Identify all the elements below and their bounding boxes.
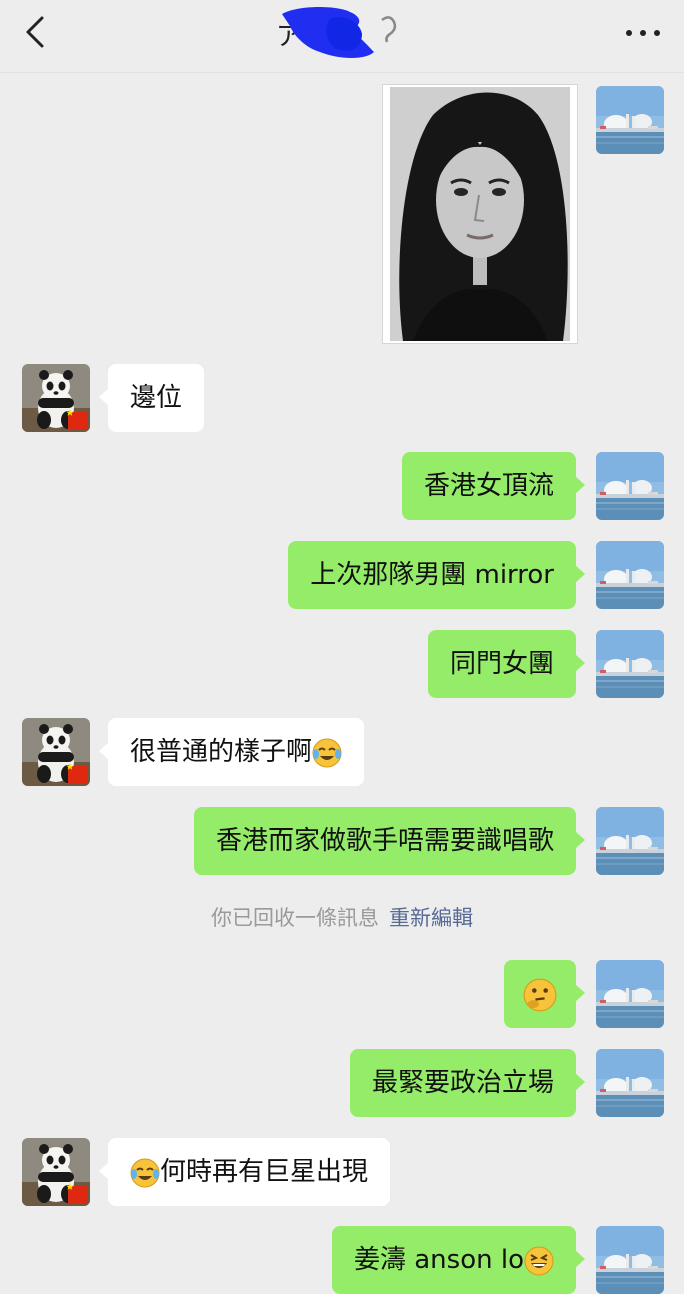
message-bubble[interactable]: 邊位 bbox=[98, 364, 205, 432]
image-message[interactable] bbox=[382, 84, 578, 344]
message-bubble[interactable]: 何時再有巨星出現 bbox=[98, 1138, 391, 1206]
my-avatar[interactable] bbox=[596, 630, 664, 698]
contact-avatar[interactable] bbox=[22, 718, 90, 786]
message-bubble[interactable]: 香港而家做歌手唔需要識唱歌 bbox=[193, 807, 586, 875]
message-text: 何時再有巨星出現 bbox=[160, 1157, 369, 1187]
message-bubble[interactable]: 上次那隊男團 mirror bbox=[288, 541, 585, 609]
emoji-message[interactable] bbox=[504, 960, 585, 1028]
message-text: 很普通的樣子啊 bbox=[130, 737, 313, 767]
my-avatar[interactable] bbox=[596, 1049, 664, 1117]
recall-text: 你已回收一條訊息 bbox=[211, 906, 379, 930]
my-avatar[interactable] bbox=[596, 541, 664, 609]
redaction-scribble bbox=[282, 7, 397, 58]
grinning-squint-emoji-icon bbox=[524, 1245, 554, 1276]
my-avatar[interactable] bbox=[596, 452, 664, 520]
message-text: 姜濤 anson lo bbox=[353, 1245, 524, 1275]
contact-avatar[interactable] bbox=[22, 364, 90, 432]
woman-photo bbox=[383, 85, 577, 343]
thinking-emoji-icon bbox=[523, 977, 557, 1012]
message-bubble[interactable]: 很普通的樣子啊 bbox=[98, 718, 365, 786]
my-avatar[interactable] bbox=[596, 807, 664, 875]
recall-notice: 你已回收一條訊息 重新編輯 bbox=[0, 900, 684, 936]
contact-avatar[interactable] bbox=[22, 1138, 90, 1206]
message-bubble[interactable]: 最緊要政治立場 bbox=[349, 1049, 586, 1117]
message-bubble[interactable]: 香港女頂流 bbox=[401, 452, 586, 520]
chat-title: ア bbox=[270, 0, 430, 72]
crying-laughing-emoji-icon bbox=[312, 737, 343, 768]
ear-icon bbox=[381, 16, 397, 43]
message-bubble[interactable]: 姜濤 anson lo bbox=[331, 1226, 586, 1294]
my-avatar[interactable] bbox=[596, 1226, 664, 1294]
crying-laughing-emoji-icon bbox=[130, 1157, 160, 1188]
message-bubble[interactable]: 同門女團 bbox=[427, 630, 586, 698]
more-dots-icon[interactable] bbox=[620, 22, 666, 44]
my-avatar[interactable] bbox=[596, 86, 664, 154]
re-edit-link[interactable]: 重新編輯 bbox=[389, 906, 473, 930]
chat-header: ア bbox=[0, 0, 684, 73]
my-avatar[interactable] bbox=[596, 960, 664, 1028]
chevron-left-icon[interactable] bbox=[18, 14, 52, 50]
